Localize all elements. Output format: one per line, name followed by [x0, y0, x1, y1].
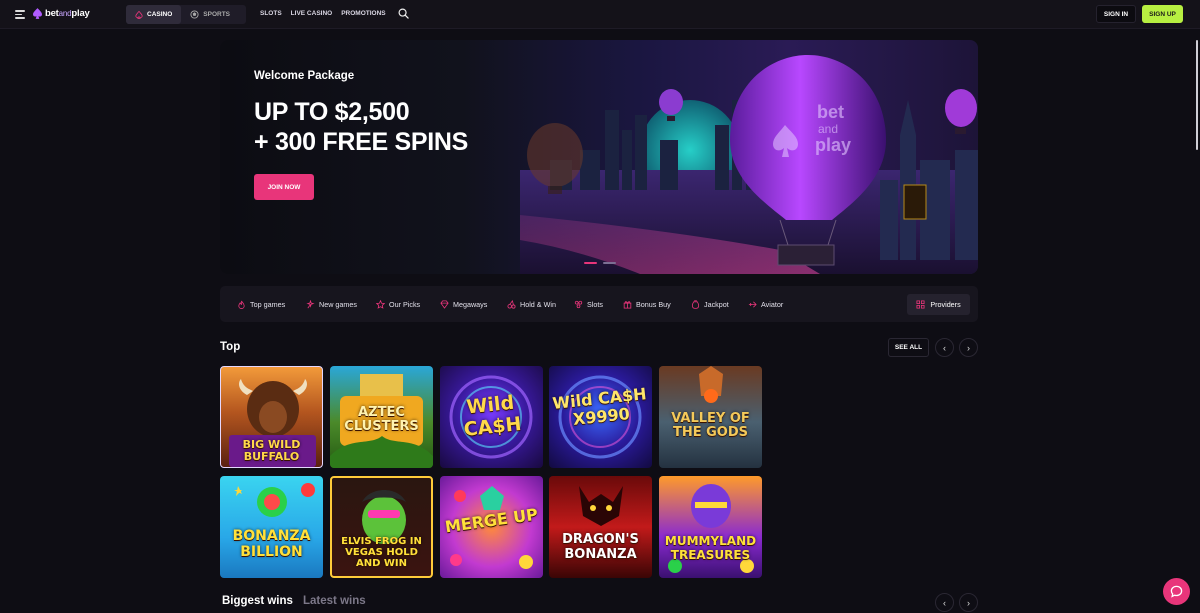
category-our-picks[interactable]: Our Picks [376, 286, 420, 322]
category-new-games[interactable]: New games [306, 286, 357, 322]
top-prev-button[interactable]: ‹ [935, 338, 954, 357]
balloon-logo-and: and [818, 122, 838, 136]
category-new-games-label: New games [319, 299, 357, 309]
main-nav: SLOTS LIVE CASINO PROMOTIONS [260, 10, 386, 17]
mummy-art [668, 484, 754, 573]
game-tile-bonanza-billion[interactable]: BONANZA BILLION [220, 476, 323, 578]
top-next-button[interactable]: › [959, 338, 978, 357]
game-title: VALLEY OF THE GODS [671, 411, 750, 440]
game-tile-wild-cash[interactable]: Wild CA$H [440, 366, 543, 468]
category-jackpot[interactable]: Jackpot [691, 286, 729, 322]
category-bonus-buy-label: Bonus Buy [636, 299, 671, 309]
category-bar: Top games New games Our Picks Megaways H… [220, 286, 978, 322]
product-switch: CASINO SPORTS [126, 5, 246, 24]
game-title: BIG WILD BUFFALO [242, 438, 301, 463]
nav-live-casino[interactable]: LIVE CASINO [291, 10, 333, 17]
chat-icon [1170, 585, 1183, 598]
wins-next-button[interactable]: › [959, 593, 978, 612]
hero-banner[interactable]: bet and play Welcome Package UP TO $2,50… [220, 40, 978, 274]
page-scrollbar[interactable] [1196, 40, 1198, 150]
hero-title-line2: + 300 FREE SPINS [254, 128, 469, 156]
dragon-art [579, 486, 623, 526]
balloon-logo-play: play [815, 135, 851, 155]
tab-sports[interactable]: SPORTS [181, 5, 239, 24]
category-our-picks-label: Our Picks [389, 299, 421, 309]
providers-button[interactable]: Providers [907, 294, 970, 315]
category-slots[interactable]: Slots [574, 286, 603, 322]
nav-promotions[interactable]: PROMOTIONS [341, 10, 385, 17]
tab-latest-wins[interactable]: Latest wins [303, 595, 366, 607]
top-header: betandplay CASINO SPORTS SLOTS LIVE CASI… [0, 0, 1200, 29]
hero-title-line1: UP TO $2,500 [254, 98, 410, 126]
gift-icon [623, 300, 632, 309]
category-bonus-buy[interactable]: Bonus Buy [623, 286, 671, 322]
fire-icon [238, 300, 245, 309]
category-top-games[interactable]: Top games [237, 286, 285, 322]
providers-label: Providers [930, 300, 961, 309]
search-icon[interactable] [398, 8, 409, 19]
carousel-dot-1[interactable] [584, 262, 597, 264]
category-hold-and-win-label: Hold & Win [520, 299, 556, 309]
category-jackpot-label: Jackpot [704, 299, 729, 309]
diamond-icon [440, 299, 449, 309]
category-aviator[interactable]: Aviator [748, 286, 783, 322]
game-tile-elvis-frog[interactable]: ELVIS FROG IN VEGAS HOLD AND WIN [330, 476, 433, 578]
category-slots-label: Slots [587, 299, 603, 309]
game-tile-merge-up[interactable]: MERGE UP [440, 476, 543, 578]
see-all-button[interactable]: SEE ALL [888, 338, 929, 357]
game-tile-valley-of-the-gods[interactable]: VALLEY OF THE GODS [659, 366, 762, 468]
menu-icon[interactable] [15, 10, 25, 19]
carousel-dot-2[interactable] [603, 262, 616, 264]
wins-prev-button[interactable]: ‹ [935, 593, 954, 612]
spark-icon [306, 299, 315, 308]
sign-in-button[interactable]: SIGN IN [1096, 5, 1136, 23]
game-title: MUMMYLAND TREASURES [664, 534, 757, 562]
logo-text-and: and [58, 9, 72, 18]
slot-icon [574, 300, 583, 308]
plane-icon [748, 301, 757, 307]
game-tile-wild-cash-x9990[interactable]: Wild CA$H X9990 [549, 366, 652, 468]
soccer-ball-icon [190, 10, 199, 19]
section-title-top: Top [220, 341, 241, 353]
tab-casino[interactable]: CASINO [126, 5, 182, 24]
carousel-dots [584, 262, 616, 264]
category-megaways-label: Megaways [453, 299, 488, 309]
game-tile-big-wild-buffalo[interactable]: BIG WILD BUFFALO [220, 366, 323, 468]
game-title: DRAGON'S BONANZA [562, 532, 639, 562]
tab-sports-label: SPORTS [203, 11, 231, 18]
balloon-logo-bet: bet [817, 102, 844, 122]
category-aviator-label: Aviator [761, 299, 784, 309]
logo-text-bet: bet [45, 8, 59, 19]
spade-icon [135, 10, 143, 19]
category-top-games-label: Top games [250, 299, 286, 309]
tab-casino-label: CASINO [147, 11, 173, 18]
bonanza-art [234, 483, 315, 517]
nav-slots[interactable]: SLOTS [260, 10, 282, 17]
star-icon [376, 299, 385, 309]
game-title: BONANZA BILLION [232, 528, 311, 560]
hero-title: UP TO $2,500 + 300 FREE SPINS [254, 97, 468, 157]
game-tile-dragons-bonanza[interactable]: DRAGON'S BONANZA [549, 476, 652, 578]
category-hold-and-win[interactable]: Hold & Win [507, 286, 556, 322]
chat-button[interactable] [1163, 578, 1190, 605]
game-title: AZTEC CLUSTERS [344, 405, 419, 434]
grid-icon [916, 300, 925, 309]
jackpot-icon [691, 299, 700, 309]
tab-biggest-wins[interactable]: Biggest wins [222, 595, 293, 607]
game-tile-aztec-clusters[interactable]: AZTEC CLUSTERS [330, 366, 433, 468]
logo[interactable]: betandplay [33, 8, 90, 19]
spade-logo-icon [33, 8, 42, 19]
logo-text-play: play [71, 8, 90, 19]
hero-subtitle: Welcome Package [254, 70, 355, 82]
game-tile-mummyland-treasures[interactable]: MUMMYLAND TREASURES [659, 476, 762, 578]
cherries-icon [507, 299, 516, 309]
category-megaways[interactable]: Megaways [440, 286, 487, 322]
join-now-button[interactable]: JOIN NOW [254, 174, 314, 200]
sign-up-button[interactable]: SIGN UP [1142, 5, 1183, 23]
game-title: ELVIS FROG IN VEGAS HOLD AND WIN [341, 536, 422, 569]
